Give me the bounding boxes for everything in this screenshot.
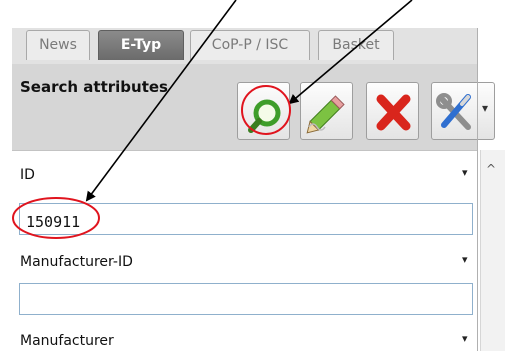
annotation-overlay [12, 0, 413, 239]
highlight-circle-search-button [241, 85, 291, 135]
arrow-to-search-button [288, 0, 413, 105]
arrow-to-id-field [85, 0, 237, 202]
highlight-circle-id-field [12, 197, 100, 239]
